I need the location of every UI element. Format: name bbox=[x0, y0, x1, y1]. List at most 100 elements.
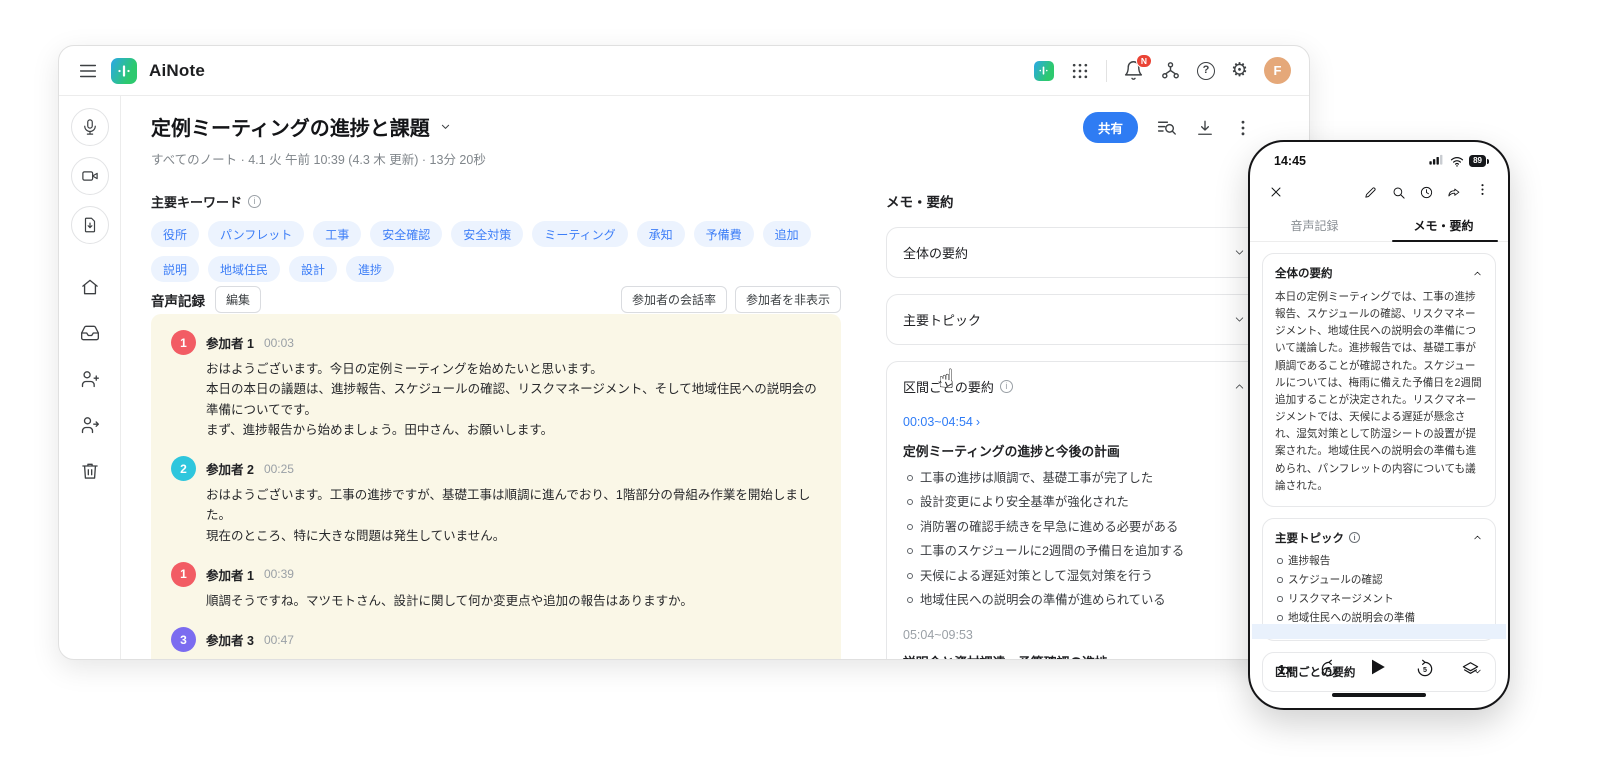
chevron-up-icon[interactable] bbox=[1472, 268, 1483, 279]
keyword-tag[interactable]: 安全確認 bbox=[370, 221, 442, 247]
mouse-cursor-hand: ☝ bbox=[938, 364, 954, 395]
settings-gear-icon[interactable]: ⚙ bbox=[1231, 61, 1248, 80]
phone-overall-summary-header[interactable]: 全体の要約 bbox=[1275, 265, 1483, 281]
keywords-info-icon[interactable]: i bbox=[248, 195, 261, 208]
add-member-icon[interactable] bbox=[80, 369, 100, 389]
segment-summary-card: 区間ごとの要約 i 00:03~04:54 › 定例ミーティングの進捗 bbox=[886, 361, 1263, 660]
keyword-tag[interactable]: 工事 bbox=[313, 221, 361, 247]
phone-mockup: 14:45 89 bbox=[1248, 140, 1510, 710]
keyword-tag[interactable]: 進捗 bbox=[346, 256, 394, 282]
header-divider bbox=[1106, 60, 1107, 82]
apps-grid-icon[interactable] bbox=[1070, 61, 1090, 81]
close-icon[interactable] bbox=[1268, 184, 1284, 200]
entry-timestamp[interactable]: 00:47 bbox=[264, 633, 294, 647]
help-icon[interactable]: ? bbox=[1197, 62, 1215, 80]
summary-bullet: 天候による遅延対策として湿気対策を行う bbox=[903, 567, 1246, 585]
hamburger-menu-icon[interactable] bbox=[77, 60, 99, 82]
chevron-up-icon[interactable] bbox=[1472, 532, 1483, 543]
keyword-tag[interactable]: 地域住民 bbox=[208, 256, 280, 282]
topic-item: 進捗報告 bbox=[1275, 553, 1483, 570]
chevron-down-icon[interactable] bbox=[1233, 313, 1246, 326]
entry-line: まず、進捗報告から始めましょう。田中さん、お願いします。 bbox=[206, 420, 821, 440]
keyword-tag[interactable]: 設計 bbox=[289, 256, 337, 282]
screen: AiNote N bbox=[0, 0, 1600, 770]
share-forward-icon[interactable] bbox=[1447, 185, 1462, 200]
transcript-entry[interactable]: 1 参加者 1 00:39 順調そうですね。マツモトさん、設計に関して何か変更点… bbox=[171, 562, 821, 611]
share-button[interactable]: 共有 bbox=[1083, 112, 1138, 143]
history-clock-icon[interactable] bbox=[1419, 185, 1434, 200]
topics-card: 主要トピック bbox=[886, 294, 1263, 345]
phone-toolbar bbox=[1250, 182, 1508, 202]
keyword-tag[interactable]: 役所 bbox=[151, 221, 199, 247]
speaker-name: 参加者 3 bbox=[206, 630, 254, 649]
app-header: AiNote N bbox=[59, 46, 1309, 96]
entry-timestamp[interactable]: 00:39 bbox=[264, 567, 294, 581]
tab-transcript[interactable]: 音声記録 bbox=[1250, 212, 1379, 241]
record-video-button[interactable] bbox=[71, 157, 109, 195]
phone-overall-body: 本日の定例ミーティングでは、工事の進捗報告、スケジュールの確認、リスクマネージメ… bbox=[1275, 289, 1483, 495]
title-chevron-down-icon[interactable] bbox=[438, 119, 453, 134]
notifications-bell-icon[interactable]: N bbox=[1123, 60, 1144, 81]
svg-text:5: 5 bbox=[1327, 666, 1331, 674]
speaker-avatar: 2 bbox=[171, 456, 196, 481]
summary-bullet: 地域住民への説明会の準備が進められている bbox=[903, 591, 1246, 609]
keyword-tag[interactable]: 承知 bbox=[637, 221, 685, 247]
home-indicator[interactable] bbox=[1332, 693, 1426, 698]
org-share-icon[interactable] bbox=[1160, 60, 1181, 81]
search-icon[interactable] bbox=[1391, 185, 1406, 200]
segment-time-link[interactable]: 00:03~04:54 › bbox=[903, 415, 980, 429]
rewind-5-icon[interactable]: 5 bbox=[1319, 659, 1339, 679]
summary-bullet: 消防署の確認手続きを早急に進める必要がある bbox=[903, 518, 1246, 536]
entry-line: おはようございます。今日の定例ミーティングを始めたいと思います。 bbox=[206, 359, 821, 379]
import-file-button[interactable] bbox=[71, 206, 109, 244]
home-icon[interactable] bbox=[80, 277, 100, 297]
phone-overall-summary-card: 全体の要約 本日の定例ミーティングでは、工事の進捗報告、スケジュールの確認、リス… bbox=[1262, 253, 1496, 507]
more-options-icon[interactable] bbox=[1233, 118, 1253, 138]
highlight-strip bbox=[1252, 624, 1506, 639]
keyword-tag[interactable]: 予備費 bbox=[694, 221, 754, 247]
tab-summary[interactable]: メモ・要約 bbox=[1379, 212, 1508, 241]
svg-text:5: 5 bbox=[1423, 666, 1427, 674]
transcript-entry[interactable]: 1 参加者 1 00:03 おはようございます。今日の定例ミーティングを始めたい… bbox=[171, 330, 821, 440]
keyword-tag[interactable]: 説明 bbox=[151, 256, 199, 282]
search-transcript-icon[interactable] bbox=[1156, 117, 1177, 138]
entry-line: 現在のところ、特に大きな問題は発生していません。 bbox=[206, 526, 821, 546]
share-member-icon[interactable] bbox=[80, 415, 100, 435]
phone-topics-header[interactable]: 主要トピック i bbox=[1275, 530, 1483, 546]
record-mic-button[interactable] bbox=[71, 108, 109, 146]
layers-icon[interactable] bbox=[1461, 660, 1480, 679]
entry-line: おはようございます。工事の進捗ですが、基礎工事は順調に進んでおり、1階部分の骨組… bbox=[206, 485, 821, 526]
more-options-icon[interactable] bbox=[1475, 182, 1490, 202]
chevron-up-icon[interactable] bbox=[1233, 380, 1246, 393]
forward-5-icon[interactable]: 5 bbox=[1415, 659, 1435, 679]
ainote-mini-icon[interactable] bbox=[1034, 61, 1054, 81]
keyword-tags: 役所 パンフレット 工事 安全確認 安全対策 ミーティング 承知 予備費 追加 … bbox=[151, 221, 831, 282]
topics-header[interactable]: 主要トピック bbox=[887, 295, 1262, 344]
hide-participants-button[interactable]: 参加者を非表示 bbox=[735, 286, 841, 313]
segment-info-icon[interactable]: i bbox=[1000, 380, 1013, 393]
keyword-tag[interactable]: 追加 bbox=[763, 221, 811, 247]
entry-timestamp[interactable]: 00:03 bbox=[264, 336, 294, 350]
segment-heading: 説明会と資材調達、予算確認の進捗 bbox=[903, 652, 1246, 660]
phone-tabs: 音声記録 メモ・要約 bbox=[1250, 212, 1508, 242]
info-icon[interactable]: i bbox=[1349, 532, 1360, 543]
keyword-tag[interactable]: ミーティング bbox=[532, 221, 627, 247]
download-icon[interactable] bbox=[1195, 118, 1215, 138]
transcript-entry[interactable]: 3 参加者 3 00:47 はい。2階のフロアプランについて、避難経路の確保と老… bbox=[171, 627, 821, 660]
talk-rate-button[interactable]: 参加者の会話率 bbox=[621, 286, 727, 313]
note-actions: 共有 bbox=[1083, 112, 1253, 143]
trash-icon[interactable] bbox=[80, 461, 100, 481]
inbox-icon[interactable] bbox=[80, 323, 100, 343]
chevron-down-icon[interactable] bbox=[1233, 246, 1246, 259]
entry-timestamp[interactable]: 00:25 bbox=[264, 462, 294, 476]
keyword-tag[interactable]: パンフレット bbox=[208, 221, 304, 247]
overall-summary-header[interactable]: 全体の要約 bbox=[887, 228, 1262, 277]
playback-speed-button[interactable]: 1x bbox=[1278, 662, 1292, 677]
edit-pencil-icon[interactable] bbox=[1363, 185, 1378, 200]
edit-button[interactable]: 編集 bbox=[215, 286, 261, 313]
transcript-entry[interactable]: 2 参加者 2 00:25 おはようございます。工事の進捗ですが、基礎工事は順調… bbox=[171, 456, 821, 546]
play-button[interactable] bbox=[1365, 655, 1389, 684]
keyword-tag[interactable]: 安全対策 bbox=[451, 221, 523, 247]
link-chevron-icon: › bbox=[976, 415, 980, 429]
user-avatar[interactable]: F bbox=[1264, 57, 1291, 84]
